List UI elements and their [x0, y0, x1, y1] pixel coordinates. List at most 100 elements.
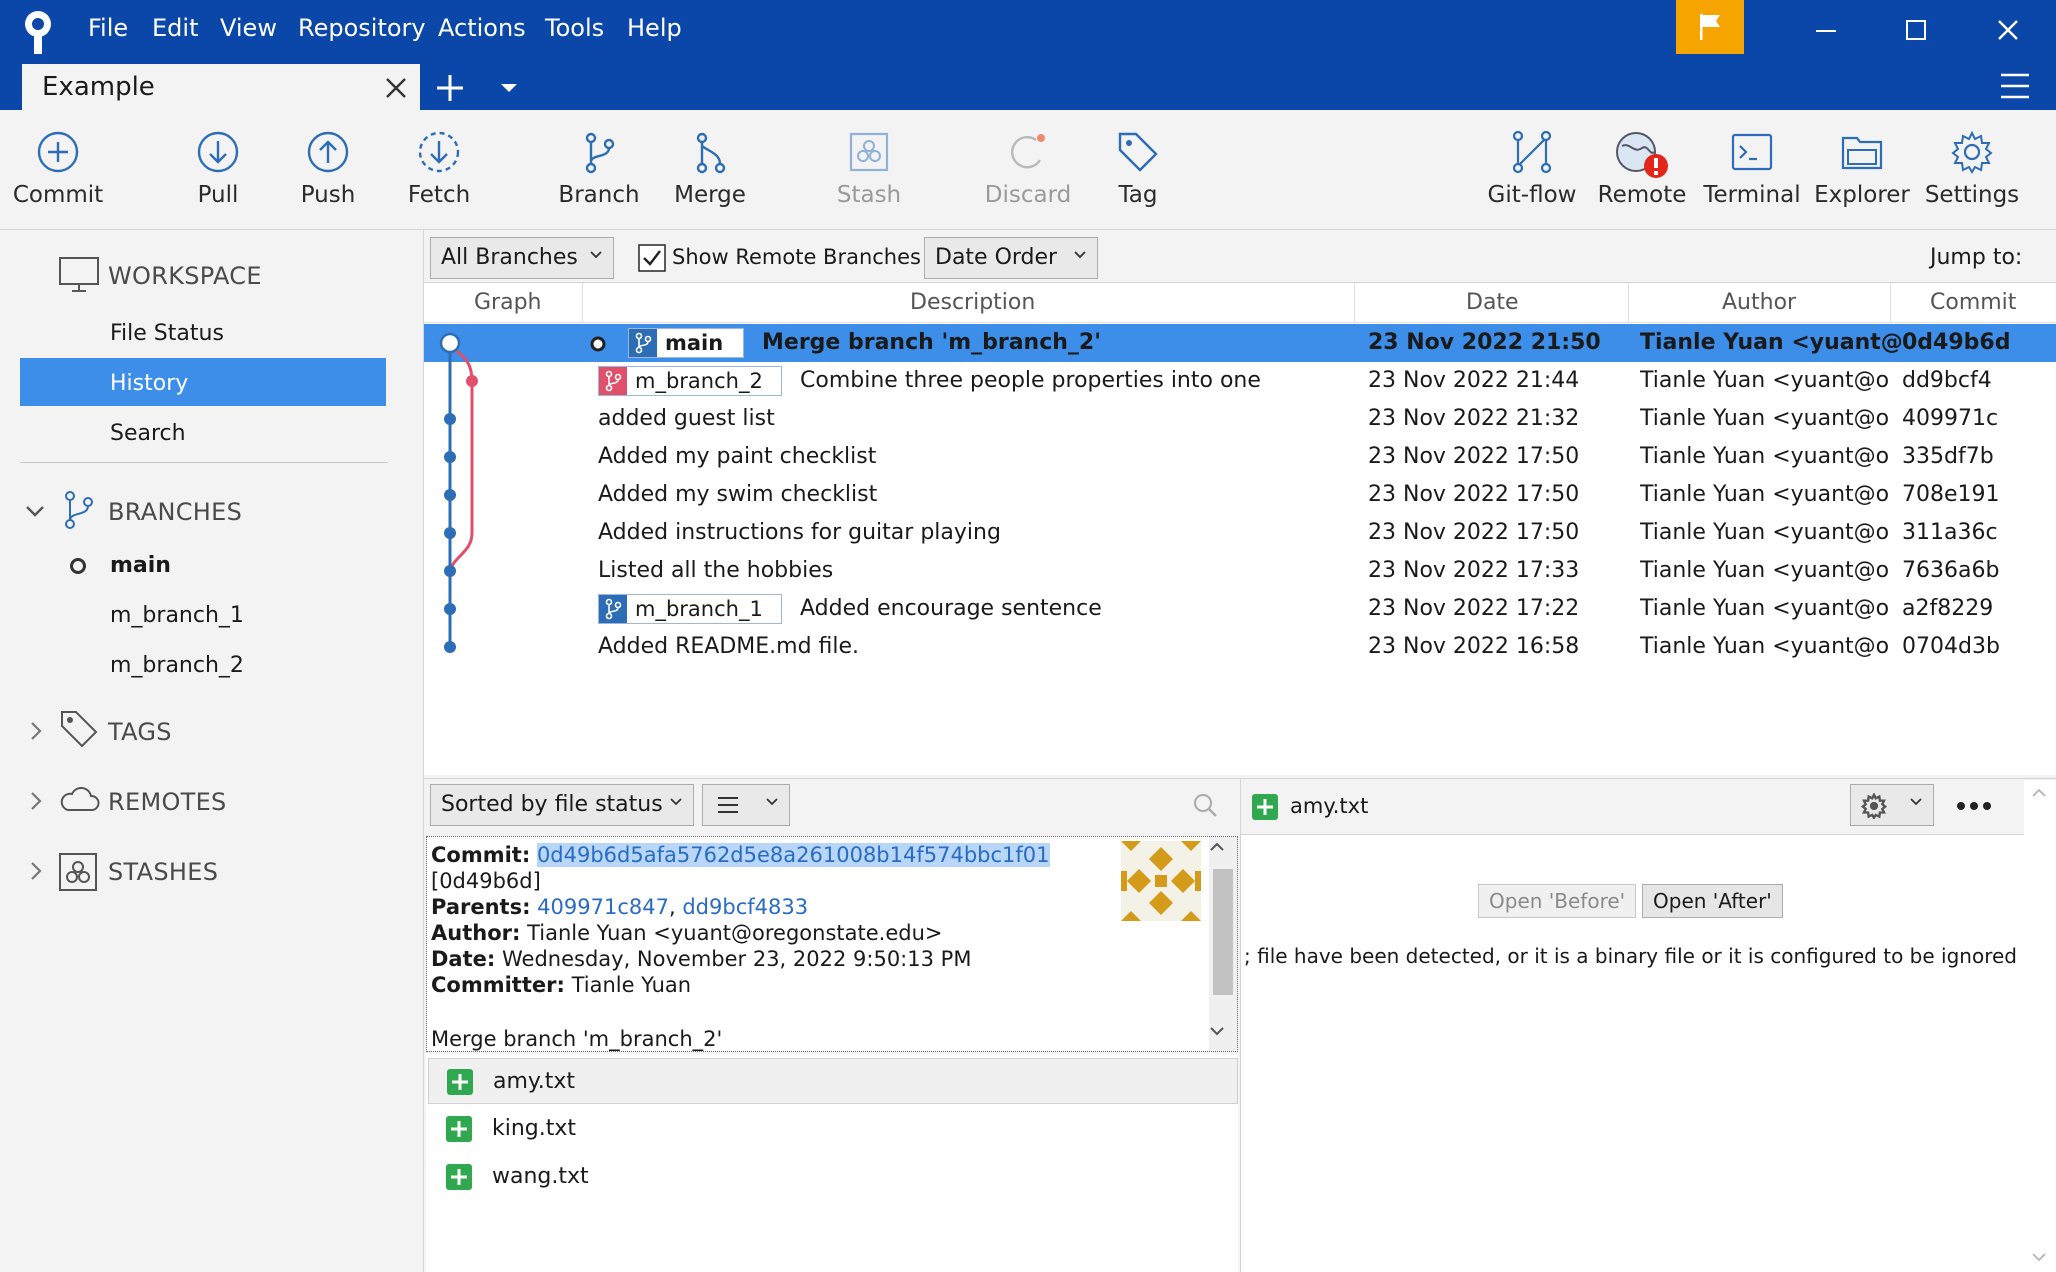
- chevron-right-icon[interactable]: [26, 720, 46, 742]
- branch-filter-dropdown[interactable]: All Branches: [430, 237, 614, 279]
- flag-button[interactable]: [1676, 0, 1744, 54]
- sort-dropdown[interactable]: Sorted by file status: [430, 784, 694, 826]
- gitflow-icon: [1512, 130, 1552, 174]
- menu-help[interactable]: Help: [627, 14, 682, 42]
- menu-edit[interactable]: Edit: [152, 14, 198, 42]
- commit-row[interactable]: main Merge branch 'm_branch_2' 23 Nov 20…: [424, 324, 2056, 362]
- stash-button[interactable]: Stash: [819, 130, 919, 230]
- details-scrollbar[interactable]: [1209, 837, 1237, 1051]
- commit-row[interactable]: m_branch_2 Combine three people properti…: [424, 362, 2056, 400]
- menu-actions[interactable]: Actions: [438, 14, 526, 42]
- pull-button[interactable]: Pull: [168, 130, 268, 230]
- commit-row[interactable]: m_branch_1 Added encourage sentence 23 N…: [424, 590, 2056, 628]
- gitflow-button[interactable]: Git-flow: [1482, 130, 1582, 230]
- parent-link[interactable]: dd9bcf4833: [682, 895, 808, 919]
- new-tab-icon[interactable]: [434, 72, 466, 104]
- commit-button[interactable]: Commit: [8, 130, 108, 230]
- sidebar-branch-m-branch-2[interactable]: m_branch_2: [110, 653, 244, 678]
- file-added-icon: [446, 1164, 472, 1190]
- tags-header[interactable]: TAGS: [108, 718, 172, 746]
- jump-to-label: Jump to:: [1930, 245, 2023, 270]
- sidebar-item-file-status[interactable]: File Status: [110, 321, 224, 346]
- col-author[interactable]: Author: [1722, 290, 1796, 315]
- graph-node-head: [439, 332, 461, 354]
- fetch-icon: [418, 131, 460, 173]
- sidebar-item-search[interactable]: Search: [110, 421, 186, 446]
- terminal-button[interactable]: Terminal: [1702, 130, 1802, 230]
- commit-row[interactable]: Added my swim checklist 23 Nov 2022 17:5…: [424, 476, 2056, 514]
- graph-node: [444, 565, 456, 577]
- col-date[interactable]: Date: [1466, 290, 1519, 315]
- scrollbar-thumb[interactable]: [1213, 869, 1233, 995]
- explorer-button[interactable]: Explorer: [1812, 130, 1912, 230]
- commit-author: Tianle Yuan <yuant@o: [1640, 520, 1890, 545]
- chevron-right-icon[interactable]: [26, 860, 46, 882]
- settings-button[interactable]: Settings: [1922, 130, 2022, 230]
- tab-close-icon[interactable]: [382, 74, 410, 102]
- scroll-up-icon[interactable]: [1208, 840, 1226, 854]
- tab-list-chevron-icon[interactable]: [498, 80, 520, 96]
- show-remote-checkbox[interactable]: [638, 244, 666, 272]
- scroll-up-icon[interactable]: [2030, 786, 2048, 800]
- col-separator: [1354, 283, 1355, 323]
- commit-full-hash[interactable]: 0d49b6d5afa5762d5e8a261008b14f574bbc1f01: [536, 843, 1050, 867]
- chevron-right-icon[interactable]: [26, 790, 46, 812]
- branch-icon: [599, 595, 627, 623]
- diff-scrollbar[interactable]: [2024, 780, 2056, 1272]
- menu-tools[interactable]: Tools: [545, 14, 604, 42]
- discard-icon: [1011, 134, 1045, 169]
- minimize-icon[interactable]: [1806, 10, 1846, 50]
- search-icon[interactable]: [1192, 792, 1218, 818]
- commit-author: Tianle Yuan <yuant@o: [1640, 406, 1890, 431]
- chevron-down-icon[interactable]: [24, 500, 46, 522]
- commit-row[interactable]: added guest list 23 Nov 2022 21:32 Tianl…: [424, 400, 2056, 438]
- discard-button[interactable]: Discard: [978, 130, 1078, 230]
- graph-node: [444, 451, 456, 463]
- file-row[interactable]: amy.txt: [428, 1058, 1238, 1104]
- file-row[interactable]: king.txt: [428, 1106, 1238, 1152]
- parent-link[interactable]: 409971c847: [537, 895, 669, 919]
- sidebar-item-history[interactable]: [20, 358, 386, 406]
- remotes-header[interactable]: REMOTES: [108, 788, 227, 816]
- col-commit[interactable]: Commit: [1930, 290, 2016, 315]
- fetch-button[interactable]: Fetch: [389, 130, 489, 230]
- parents-line: Parents: 409971c847, dd9bcf4833: [431, 895, 809, 919]
- scroll-down-icon[interactable]: [2030, 1250, 2048, 1264]
- menu-file[interactable]: File: [88, 14, 128, 42]
- commit-author: Tianle Yuan <yuant@o: [1640, 444, 1890, 469]
- commit-description: Combine three people properties into one: [800, 368, 1261, 393]
- remote-button[interactable]: Remote: [1592, 130, 1692, 230]
- branch-label: m_branch_2: [598, 366, 782, 396]
- sidebar-branch-m-branch-1[interactable]: m_branch_1: [110, 603, 244, 628]
- commit-row[interactable]: Added my paint checklist 23 Nov 2022 17:…: [424, 438, 2056, 476]
- merge-button[interactable]: Merge: [660, 130, 760, 230]
- menu-repository[interactable]: Repository: [298, 14, 426, 42]
- menu-view[interactable]: View: [220, 14, 277, 42]
- commit-date: 23 Nov 2022 17:50: [1368, 520, 1580, 545]
- close-window-icon[interactable]: [1988, 10, 2028, 50]
- tag-button[interactable]: Tag: [1088, 130, 1188, 230]
- sidebar-item-history-label: History: [110, 371, 189, 396]
- more-options-icon[interactable]: [1956, 800, 1992, 812]
- commit-row[interactable]: Listed all the hobbies 23 Nov 2022 17:33…: [424, 552, 2056, 590]
- commit-details: Commit: 0d49b6d5afa5762d5e8a261008b14f57…: [426, 836, 1238, 1052]
- col-graph[interactable]: Graph: [474, 290, 541, 315]
- diff-options-dropdown[interactable]: [1850, 784, 1934, 826]
- sidebar-branch-main[interactable]: main: [110, 553, 171, 578]
- stashes-header[interactable]: STASHES: [108, 858, 218, 886]
- hamburger-menu-icon[interactable]: [1998, 70, 2032, 102]
- open-before-button[interactable]: Open 'Before': [1478, 884, 1637, 918]
- file-row[interactable]: wang.txt: [428, 1154, 1238, 1200]
- scroll-down-icon[interactable]: [1208, 1024, 1226, 1038]
- push-button[interactable]: Push: [278, 130, 378, 230]
- commit-description: Added encourage sentence: [800, 596, 1102, 621]
- open-after-button[interactable]: Open 'After': [1642, 884, 1783, 918]
- file-added-icon: [446, 1116, 472, 1142]
- view-mode-dropdown[interactable]: [702, 784, 790, 826]
- commit-row[interactable]: Added instructions for guitar playing 23…: [424, 514, 2056, 552]
- branch-button[interactable]: Branch: [549, 130, 649, 230]
- order-dropdown[interactable]: Date Order: [924, 237, 1098, 279]
- col-description[interactable]: Description: [910, 290, 1035, 315]
- commit-row[interactable]: Added README.md file. 23 Nov 2022 16:58 …: [424, 628, 2056, 666]
- maximize-icon[interactable]: [1896, 10, 1936, 50]
